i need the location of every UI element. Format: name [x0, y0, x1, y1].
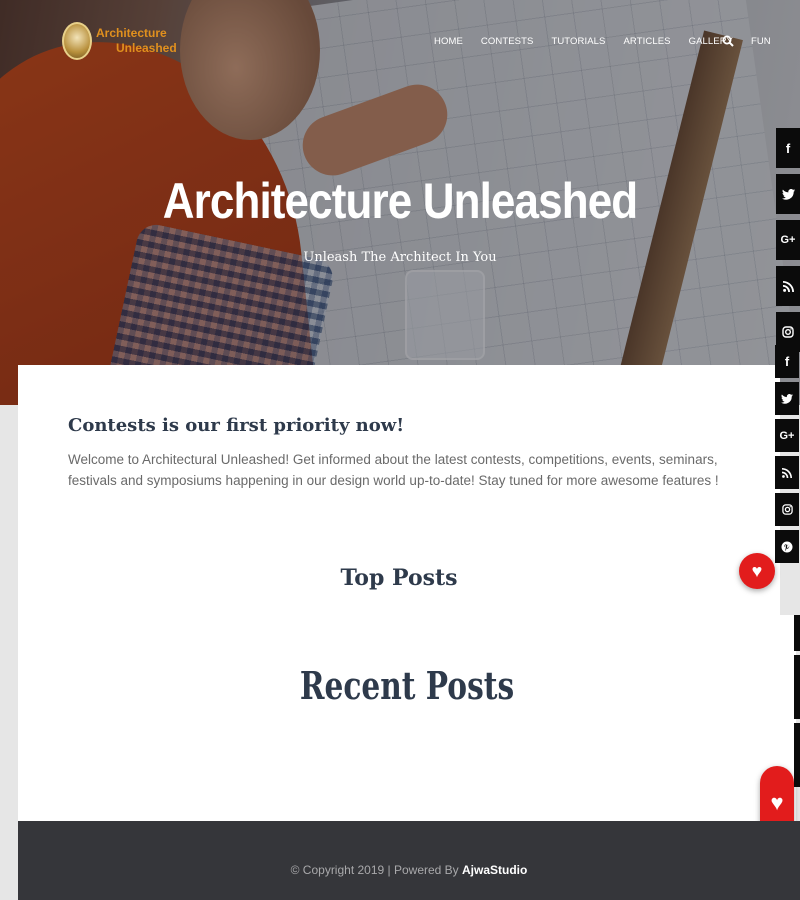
top-posts-heading: Top Posts: [340, 565, 458, 591]
hero-subtitle: Unleash The Architect In You: [303, 250, 497, 265]
facebook-icon[interactable]: f: [775, 345, 799, 378]
top-navigation: Architecture Unleashed HOME CONTESTS TUT…: [0, 0, 800, 80]
social-edge-item[interactable]: [794, 615, 800, 651]
nav-contests[interactable]: CONTESTS: [481, 36, 534, 47]
intro-heading: Contests is our first priority now!: [68, 415, 405, 436]
logo-line-2: Unleashed: [116, 41, 177, 55]
footer-brand-link[interactable]: AjwaStudio: [462, 863, 527, 877]
hero-banner: Architecture Unleashed HOME CONTESTS TUT…: [0, 0, 800, 405]
rss-icon[interactable]: [775, 456, 799, 489]
social-bar-top: f G+: [776, 128, 800, 358]
intro-card: Contests is our first priority now! Welc…: [18, 365, 780, 615]
intro-text: Welcome to Architectural Unleashed! Get …: [68, 452, 719, 488]
site-footer: © Copyright 2019 | Powered By AjwaStudio: [18, 821, 800, 900]
copyright-text: © Copyright 2019 | Powered By AjwaStudio: [18, 863, 800, 877]
copyright-prefix: © Copyright 2019 | Powered By: [290, 863, 459, 877]
google-plus-icon[interactable]: G+: [776, 220, 800, 260]
rss-icon[interactable]: [776, 266, 800, 306]
nav-home[interactable]: HOME: [434, 36, 463, 47]
heart-icon[interactable]: ♥: [739, 553, 775, 589]
logo-text: Architecture Unleashed: [96, 26, 177, 56]
nav-fun[interactable]: FUN: [751, 36, 771, 47]
facebook-icon[interactable]: f: [776, 128, 800, 168]
social-bar-edge: [794, 615, 800, 791]
recent-posts-card: Recent Posts: [18, 615, 796, 821]
twitter-icon[interactable]: [776, 174, 800, 214]
nav-articles[interactable]: ARTICLES: [623, 36, 670, 47]
site-logo[interactable]: Architecture Unleashed: [62, 22, 177, 60]
twitter-icon[interactable]: [775, 382, 799, 415]
social-edge-item[interactable]: [794, 723, 800, 787]
pinterest-icon[interactable]: [775, 530, 799, 563]
hero-title: Architecture Unleashed: [162, 173, 638, 229]
logo-badge-icon: [62, 22, 92, 60]
recent-posts-heading: Recent Posts: [299, 663, 515, 708]
social-bar-bottom: f G+: [775, 345, 799, 567]
search-icon[interactable]: [722, 35, 734, 47]
nav-tutorials[interactable]: TUTORIALS: [551, 36, 605, 47]
main-menu: HOME CONTESTS TUTORIALS ARTICLES GALLERY…: [434, 35, 789, 47]
google-plus-icon[interactable]: G+: [775, 419, 799, 452]
social-edge-item[interactable]: [794, 655, 800, 719]
logo-line-1: Architecture: [96, 26, 167, 40]
instagram-icon[interactable]: [775, 493, 799, 526]
